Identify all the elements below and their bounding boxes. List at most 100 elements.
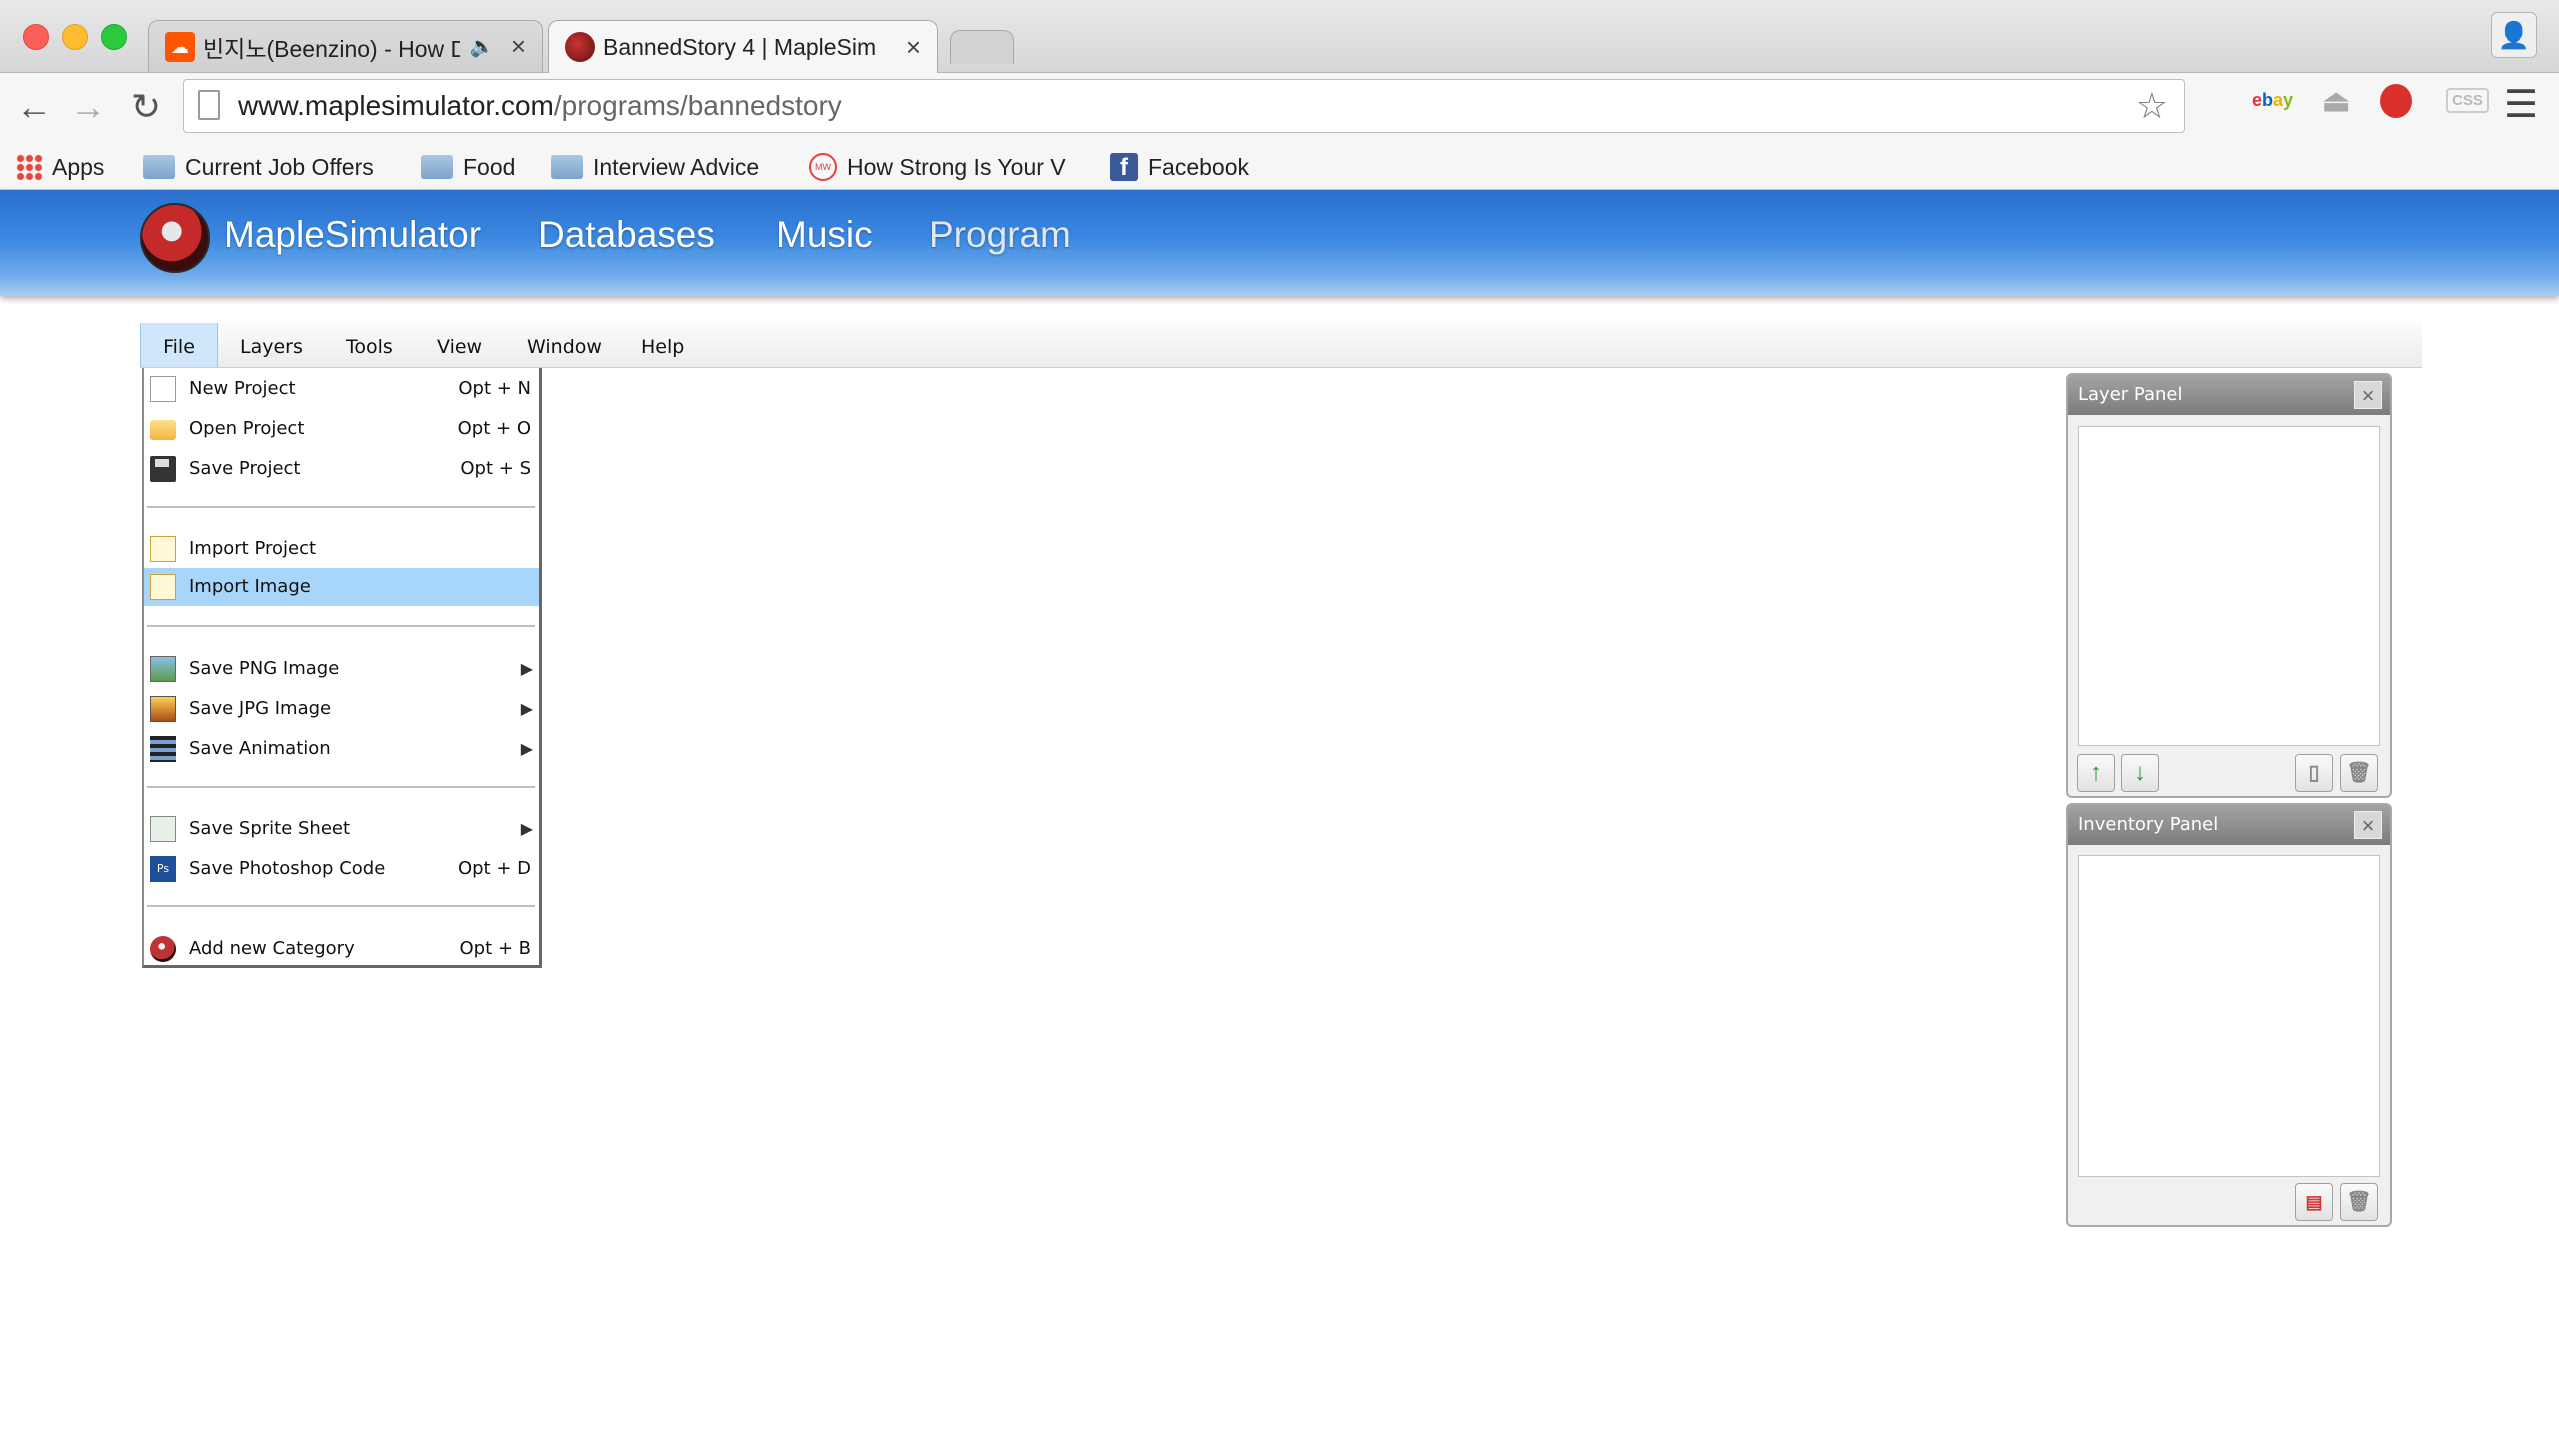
submenu-arrow-icon: ▶ — [520, 659, 533, 678]
address-bar[interactable]: www.maplesimulator.com/programs/bannedst… — [183, 79, 2185, 133]
menu-item-save-png[interactable]: Save PNG Image ▶ — [144, 650, 539, 688]
layer-panel-title: Layer Panel — [2068, 375, 2390, 415]
close-icon[interactable]: × — [2354, 381, 2382, 409]
layer-list[interactable] — [2078, 426, 2380, 746]
menu-file[interactable]: File — [140, 323, 218, 367]
bookmark-label: Interview Advice — [593, 154, 760, 180]
import-image-icon — [150, 574, 176, 600]
bookmark-how-strong[interactable]: MW How Strong Is Your V — [809, 145, 1066, 189]
new-tab-button[interactable] — [950, 30, 1014, 64]
forward-arrow-icon[interactable]: → — [66, 85, 110, 129]
menu-separator — [147, 905, 535, 907]
browser-tab-bannedstory[interactable]: BannedStory 4 | MapleSim × — [548, 20, 938, 73]
folder-icon — [143, 154, 175, 179]
close-tab-icon[interactable]: × — [906, 32, 921, 63]
menu-separator — [147, 506, 535, 508]
menu-separator — [147, 786, 535, 788]
submenu-arrow-icon: ▶ — [520, 739, 533, 758]
menu-help[interactable]: Help — [641, 323, 684, 367]
maplesimulator-logo[interactable] — [140, 203, 210, 273]
bookmark-facebook[interactable]: f Facebook — [1110, 145, 1249, 189]
app-menubar: File Layers Tools View Window Help — [140, 323, 2422, 368]
bookmark-food[interactable]: Food — [421, 145, 515, 189]
mw-site-icon: MW — [809, 152, 837, 181]
move-layer-up-icon[interactable]: ↑ — [2077, 754, 2115, 792]
bookmark-label: Current Job Offers — [185, 154, 374, 180]
floppy-disk-icon — [150, 456, 176, 482]
submenu-arrow-icon: ▶ — [520, 819, 533, 838]
tab-title: BannedStory 4 | MapleSim — [603, 33, 877, 60]
menu-item-save-project[interactable]: Save Project Opt + S — [144, 450, 539, 488]
inventory-panel: Inventory Panel × ▤ 🗑 — [2066, 803, 2392, 1227]
submenu-arrow-icon: ▶ — [520, 699, 533, 718]
folder-icon — [421, 154, 453, 179]
menu-separator — [147, 625, 535, 627]
layer-panel: Layer Panel × ↑ ↓ ▯ 🗑 — [2066, 373, 2392, 798]
close-icon[interactable]: × — [2354, 811, 2382, 839]
close-window-button[interactable] — [23, 24, 49, 50]
bookmark-current-job-offers[interactable]: Current Job Offers — [143, 145, 374, 189]
move-layer-down-icon[interactable]: ↓ — [2121, 754, 2159, 792]
back-arrow-icon[interactable]: ← — [12, 85, 56, 129]
inventory-list[interactable] — [2078, 855, 2380, 1177]
nav-program[interactable]: Program — [929, 214, 1071, 256]
css-extension-icon[interactable]: CSS — [2446, 88, 2489, 113]
nav-databases[interactable]: Databases — [538, 214, 715, 256]
url-host: www.maplesimulator.com — [238, 90, 554, 121]
speaker-icon[interactable]: 🔈 — [470, 34, 495, 59]
sprite-sheet-icon — [150, 816, 176, 842]
site-home-link[interactable]: MapleSimulator — [224, 214, 481, 256]
menu-item-save-jpg[interactable]: Save JPG Image ▶ — [144, 690, 539, 728]
film-strip-icon — [150, 736, 176, 762]
url-path: /programs/bannedstory — [553, 90, 842, 121]
delete-layer-icon[interactable]: 🗑 — [2340, 754, 2378, 792]
jpg-image-icon — [150, 696, 176, 722]
zoom-window-button[interactable] — [101, 24, 127, 50]
delete-item-icon[interactable]: 🗑 — [2340, 1183, 2378, 1221]
import-project-icon — [150, 536, 176, 562]
minimize-window-button[interactable] — [62, 24, 88, 50]
new-document-icon — [150, 376, 176, 402]
bookmark-label: How Strong Is Your V — [847, 154, 1066, 180]
menu-tools[interactable]: Tools — [346, 323, 393, 367]
menu-item-save-sprite-sheet[interactable]: Save Sprite Sheet ▶ — [144, 810, 539, 848]
ebay-extension-icon[interactable]: ebay — [2252, 90, 2293, 111]
menu-item-add-new-category[interactable]: Add new Category Opt + B — [144, 930, 539, 968]
menu-view[interactable]: View — [437, 323, 482, 367]
file-menu-dropdown: New Project Opt + N Open Project Opt + O… — [142, 368, 542, 968]
bookmarks-bar: Apps Current Job Offers Food Interview A… — [0, 145, 2559, 190]
reload-icon[interactable]: ↻ — [124, 85, 168, 129]
tab-title: 빈지노(Beenzino) - How D — [203, 35, 460, 62]
opera-extension-icon[interactable] — [2380, 84, 2412, 118]
browser-tab-soundcloud[interactable]: ☁ 빈지노(Beenzino) - How D 🔈 × — [148, 20, 543, 72]
nav-music[interactable]: Music — [776, 214, 873, 256]
open-folder-icon — [150, 420, 176, 440]
new-layer-icon[interactable]: ▯ — [2295, 754, 2333, 792]
bookmark-apps[interactable]: Apps — [16, 145, 104, 189]
bookmark-star-icon[interactable]: ☆ — [2136, 80, 2168, 132]
bookmark-label: Apps — [52, 154, 105, 180]
photoshop-icon: Ps — [150, 856, 176, 882]
soundcloud-icon: ☁ — [165, 31, 195, 62]
download-extension-icon[interactable]: ⏏ — [2322, 84, 2350, 119]
bookmark-label: Facebook — [1148, 154, 1250, 180]
inventory-panel-title: Inventory Panel — [2068, 805, 2390, 845]
bookmark-label: Food — [463, 154, 516, 180]
menu-item-save-animation[interactable]: Save Animation ▶ — [144, 730, 539, 768]
menu-item-import-project[interactable]: Import Project — [144, 530, 539, 568]
menu-layers[interactable]: Layers — [240, 323, 303, 367]
menu-item-open-project[interactable]: Open Project Opt + O — [144, 410, 539, 448]
browser-menu-icon[interactable]: ☰ — [2504, 86, 2538, 124]
menu-item-new-project[interactable]: New Project Opt + N — [144, 370, 539, 408]
page-icon — [198, 90, 220, 120]
png-image-icon — [150, 656, 176, 682]
maplesimulator-icon — [565, 32, 595, 62]
menu-window[interactable]: Window — [527, 323, 602, 367]
menu-item-save-photoshop-code[interactable]: Ps Save Photoshop Code Opt + D — [144, 850, 539, 888]
inventory-items-icon[interactable]: ▤ — [2295, 1183, 2333, 1221]
folder-icon — [551, 154, 583, 179]
close-tab-icon[interactable]: × — [511, 31, 526, 62]
bookmark-interview-advice[interactable]: Interview Advice — [551, 145, 759, 189]
profile-icon[interactable]: 👤 — [2491, 12, 2537, 58]
menu-item-import-image[interactable]: Import Image — [144, 568, 539, 606]
